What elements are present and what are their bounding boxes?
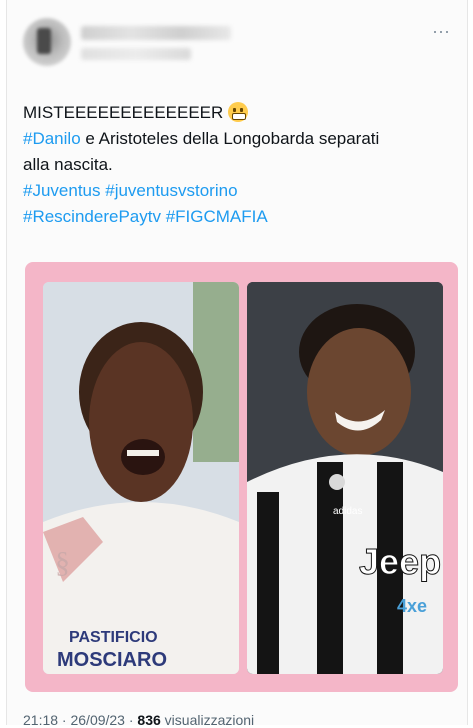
svg-text:adidas: adidas bbox=[333, 506, 362, 517]
hashtag-juventusvstorino[interactable]: #juventusvstorino bbox=[105, 181, 237, 200]
right-photo-sponsor-text: Jeep bbox=[359, 541, 441, 582]
tweet-line-5: #RescinderePaytv #FIGCMAFIA bbox=[23, 204, 453, 230]
left-photo-sponsor-text: PASTIFICIO bbox=[69, 629, 158, 646]
author-name-blurred[interactable] bbox=[81, 26, 231, 40]
hashtag-rescinderepaytv[interactable]: #RescinderePaytv bbox=[23, 207, 161, 226]
views-label: visualizzazioni bbox=[160, 712, 255, 728]
tweet-line-2: #Danilo e Aristoteles della Longobarda s… bbox=[23, 126, 453, 152]
tweet-card: ⋯ MISTEEEEEEEEEEEEER #Danilo e Aristotel… bbox=[6, 0, 468, 728]
avatar[interactable] bbox=[23, 18, 71, 66]
views-count: 836 bbox=[137, 712, 161, 728]
grimacing-face-icon bbox=[228, 102, 249, 122]
left-photo-player-white-shirt[interactable]: § PASTIFICIO MOSCIARO bbox=[43, 282, 239, 674]
tweet-line-1: MISTEEEEEEEEEEEEER bbox=[23, 100, 453, 126]
tweet-text: MISTEEEEEEEEEEEEER #Danilo e Aristoteles… bbox=[23, 100, 453, 230]
hashtag-danilo[interactable]: #Danilo bbox=[23, 129, 81, 148]
tweet-media-image[interactable]: § PASTIFICIO MOSCIARO Jeep 4xe adidas bbox=[25, 262, 458, 692]
svg-text:MOSCIARO: MOSCIARO bbox=[57, 649, 167, 671]
left-photo-illustration: § PASTIFICIO MOSCIARO bbox=[43, 282, 239, 674]
right-photo-player-juventus-shirt[interactable]: Jeep 4xe adidas bbox=[247, 282, 443, 674]
tweet-line-2-text: e Aristoteles della Longobarda separati bbox=[80, 129, 380, 148]
more-options-icon[interactable]: ⋯ bbox=[432, 22, 451, 43]
svg-text:§: § bbox=[55, 546, 70, 579]
tweet-footer-metadata: 21:18 · 26/09/23 · 836 visualizzazioni bbox=[23, 712, 254, 728]
right-photo-illustration: Jeep 4xe adidas bbox=[247, 282, 443, 674]
tweet-header: ⋯ bbox=[23, 18, 451, 74]
hashtag-juventus[interactable]: #Juventus bbox=[23, 181, 101, 200]
tweet-line-1-text: MISTEEEEEEEEEEEEER bbox=[23, 103, 224, 122]
svg-text:4xe: 4xe bbox=[397, 596, 427, 616]
hashtag-figcmafia[interactable]: #FIGCMAFIA bbox=[166, 207, 268, 226]
tweet-line-4: #Juventus #juventusvstorino bbox=[23, 178, 453, 204]
tweet-timestamp[interactable]: 21:18 · 26/09/23 · bbox=[23, 712, 134, 728]
author-handle-blurred bbox=[81, 48, 191, 60]
tweet-line-3: alla nascita. bbox=[23, 155, 113, 174]
